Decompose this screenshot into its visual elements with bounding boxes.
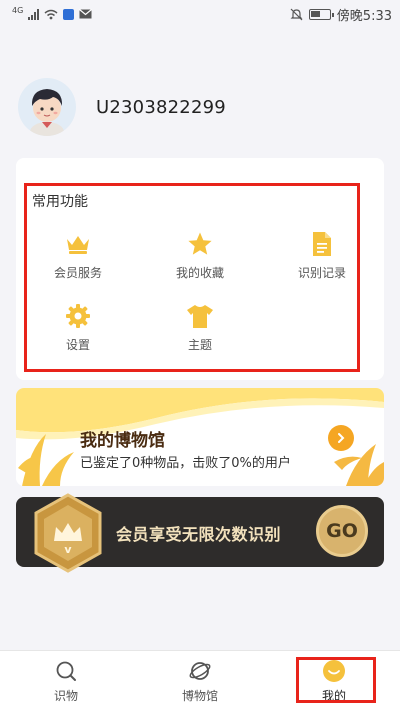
nav-identify[interactable]: 识物 xyxy=(16,651,116,710)
theme-item[interactable]: 主题 xyxy=(160,302,240,353)
nav-museum[interactable]: 博物馆 xyxy=(150,651,250,710)
app-notification-icon xyxy=(63,8,75,20)
nav-identify-label: 识物 xyxy=(53,689,78,703)
my-museum-banner[interactable]: 我的博物馆 已鉴定了0种物品，击败了0%的用户 xyxy=(16,388,384,486)
common-functions-title: 常用功能 xyxy=(32,194,88,210)
network-type: 4G xyxy=(12,5,24,15)
member-service-item[interactable]: 会员服务 xyxy=(38,230,118,281)
profile-header[interactable]: U2303822299 xyxy=(18,78,226,136)
gear-icon xyxy=(64,302,92,330)
battery-icon xyxy=(308,8,334,20)
recognition-history-label: 识别记录 xyxy=(297,266,346,280)
search-icon xyxy=(54,659,78,683)
highlight-box-nav-mine xyxy=(296,657,376,703)
go-button[interactable]: GO xyxy=(316,505,368,557)
status-time: 傍晚5:33 xyxy=(336,8,392,24)
vip-promo-text: 会员享受无限次数识别 xyxy=(116,525,282,544)
my-museum-title: 我的博物馆 xyxy=(80,431,165,451)
status-bar: 4G 傍晚5:33 xyxy=(0,0,400,28)
signal-icon xyxy=(28,8,40,20)
theme-label: 主题 xyxy=(187,338,212,352)
star-icon xyxy=(186,230,214,258)
recognition-history-item[interactable]: 识别记录 xyxy=(282,230,362,281)
svg-text:v: v xyxy=(64,543,72,556)
member-service-label: 会员服务 xyxy=(53,266,102,280)
username: U2303822299 xyxy=(96,96,226,118)
avatar-boy-icon xyxy=(30,89,64,136)
my-favorites-item[interactable]: 我的收藏 xyxy=(160,230,240,281)
shirt-icon xyxy=(186,302,214,330)
mute-bell-icon xyxy=(290,8,303,20)
vip-crown-badge-icon: v xyxy=(34,493,102,573)
my-favorites-label: 我的收藏 xyxy=(175,266,224,280)
vip-banner[interactable]: v 会员享受无限次数识别 GO xyxy=(16,493,384,573)
crown-icon xyxy=(64,230,92,258)
avatar[interactable] xyxy=(18,78,76,136)
document-icon xyxy=(308,230,336,258)
nav-museum-label: 博物馆 xyxy=(181,689,218,703)
chevron-right-icon[interactable] xyxy=(328,425,354,451)
my-museum-stats: 已鉴定了0种物品，击败了0%的用户 xyxy=(80,456,291,471)
settings-label: 设置 xyxy=(65,338,90,352)
planet-icon xyxy=(188,659,212,683)
settings-item[interactable]: 设置 xyxy=(38,302,118,353)
mail-icon xyxy=(79,9,93,19)
wifi-icon xyxy=(44,9,58,19)
